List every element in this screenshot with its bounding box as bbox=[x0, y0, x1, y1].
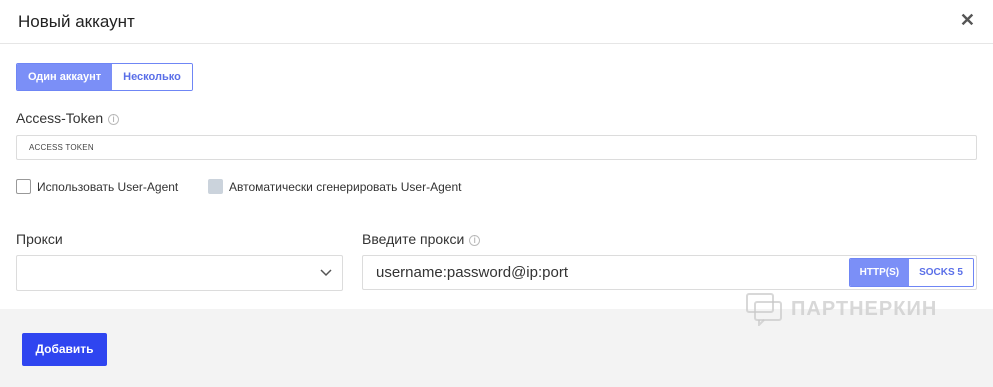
mode-toggle: Один аккаунт Несколько bbox=[16, 63, 193, 91]
watermark: ПАРТНЕРКИН bbox=[745, 292, 937, 326]
use-user-agent-label: Использовать User-Agent bbox=[37, 179, 179, 194]
proxy-input-label-text: Введите прокси bbox=[362, 231, 465, 247]
info-icon[interactable]: i bbox=[108, 114, 120, 125]
checkbox-icon[interactable] bbox=[208, 179, 223, 194]
tab-single-account[interactable]: Один аккаунт bbox=[17, 64, 113, 90]
proxy-select[interactable] bbox=[16, 255, 343, 291]
proxy-input-placeholder: username:password@ip:port bbox=[376, 264, 568, 281]
proxy-select-label: Прокси bbox=[16, 231, 63, 247]
auto-user-agent-checkbox[interactable]: Автоматически сгенерировать User-Agent bbox=[208, 179, 461, 194]
protocol-toggle: HTTP(S) SOCKS 5 bbox=[848, 258, 974, 287]
protocol-socks5-button[interactable]: SOCKS 5 bbox=[909, 259, 973, 286]
proxy-input-label: Введите прокси i bbox=[362, 231, 481, 247]
info-icon[interactable]: i bbox=[469, 235, 481, 246]
chevron-down-icon bbox=[320, 269, 332, 277]
tab-multiple-accounts[interactable]: Несколько bbox=[112, 64, 192, 90]
watermark-text: ПАРТНЕРКИН bbox=[791, 297, 938, 320]
chat-bubble-icon bbox=[746, 293, 782, 326]
access-token-input[interactable]: ACCESS TOKEN bbox=[16, 135, 977, 160]
checkbox-icon[interactable] bbox=[16, 179, 31, 194]
protocol-http-button[interactable]: HTTP(S) bbox=[849, 259, 910, 286]
close-icon[interactable]: ✕ bbox=[960, 10, 975, 31]
access-token-label: Access-Token i bbox=[16, 110, 120, 126]
proxy-input[interactable]: username:password@ip:port HTTP(S) SOCKS … bbox=[362, 255, 977, 290]
add-button[interactable]: Добавить bbox=[22, 333, 107, 366]
dialog-title: Новый аккаунт bbox=[18, 12, 135, 31]
access-token-label-text: Access-Token bbox=[16, 110, 104, 126]
dialog-header: Новый аккаунт ✕ bbox=[0, 0, 993, 44]
auto-user-agent-label: Автоматически сгенерировать User-Agent bbox=[229, 179, 462, 194]
use-user-agent-checkbox[interactable]: Использовать User-Agent bbox=[16, 179, 178, 194]
